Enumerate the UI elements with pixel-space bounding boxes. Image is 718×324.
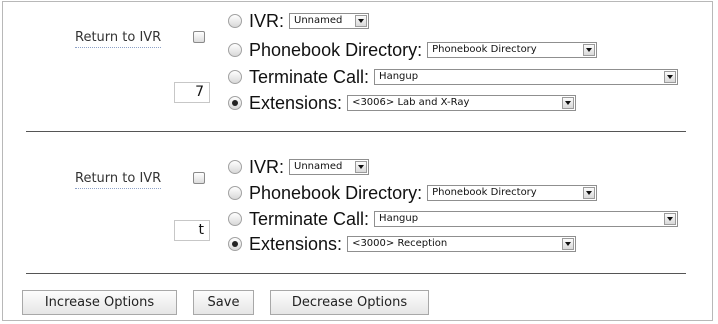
extensions-option-row: Extensions: <3006> Lab and X-Ray xyxy=(228,92,577,114)
terminate-select-value: Hangup xyxy=(379,71,419,82)
terminate-select[interactable]: Hangup xyxy=(374,69,679,85)
terminate-option-row: Terminate Call: Hangup xyxy=(228,208,679,230)
ivr-radio[interactable] xyxy=(228,160,242,174)
ivr-radio[interactable] xyxy=(228,14,242,28)
dropdown-arrow-icon[interactable] xyxy=(664,213,677,225)
terminate-label: Terminate Call: xyxy=(249,67,370,87)
dropdown-arrow-icon[interactable] xyxy=(583,187,596,199)
extensions-select-value: <3000> Reception xyxy=(352,238,448,249)
return-to-ivr-label: Return to IVR xyxy=(75,30,162,48)
extensions-label: Extensions: xyxy=(249,93,343,113)
return-to-ivr-checkbox[interactable] xyxy=(193,172,205,184)
extensions-option-row: Extensions: <3000> Reception xyxy=(228,233,577,255)
terminate-radio[interactable] xyxy=(228,212,242,226)
dropdown-arrow-icon[interactable] xyxy=(583,44,596,56)
terminate-label: Terminate Call: xyxy=(249,209,370,229)
dropdown-arrow-icon[interactable] xyxy=(355,15,368,27)
ivr-select[interactable]: Unnamed xyxy=(289,13,370,29)
phonebook-radio[interactable] xyxy=(228,186,242,200)
return-to-ivr-checkbox[interactable] xyxy=(193,31,205,43)
increase-options-button[interactable]: Increase Options xyxy=(22,290,177,315)
phonebook-label: Phonebook Directory: xyxy=(249,40,423,60)
phonebook-label: Phonebook Directory: xyxy=(249,183,423,203)
terminate-select[interactable]: Hangup xyxy=(374,211,679,227)
section-divider xyxy=(26,131,686,132)
ivr-select-value: Unnamed xyxy=(294,161,343,172)
ivr-label: IVR: xyxy=(249,11,285,31)
section-divider xyxy=(26,273,686,274)
extensions-select[interactable]: <3006> Lab and X-Ray xyxy=(347,95,577,111)
ivr-label: IVR: xyxy=(249,157,285,177)
ivr-select[interactable]: Unnamed xyxy=(289,159,370,175)
extensions-select[interactable]: <3000> Reception xyxy=(347,236,577,252)
terminate-select-value: Hangup xyxy=(379,213,419,224)
dropdown-arrow-icon[interactable] xyxy=(562,97,575,109)
extensions-radio[interactable] xyxy=(228,237,242,251)
option-section-1: Return to IVR 7 IVR: Unnamed Phonebook D… xyxy=(0,0,718,120)
phonebook-option-row: Phonebook Directory: Phonebook Directory xyxy=(228,182,598,204)
phonebook-select[interactable]: Phonebook Directory xyxy=(427,185,598,201)
save-button[interactable]: Save xyxy=(193,290,254,315)
decrease-options-button[interactable]: Decrease Options xyxy=(270,290,429,315)
option-section-2: Return to IVR t IVR: Unnamed Phonebook D… xyxy=(0,146,718,266)
ivr-select-value: Unnamed xyxy=(294,15,343,26)
phonebook-select-value: Phonebook Directory xyxy=(432,44,537,55)
extensions-radio[interactable] xyxy=(228,96,242,110)
extensions-select-value: <3006> Lab and X-Ray xyxy=(352,97,470,108)
phonebook-option-row: Phonebook Directory: Phonebook Directory xyxy=(228,39,598,61)
dropdown-arrow-icon[interactable] xyxy=(562,238,575,250)
phonebook-select[interactable]: Phonebook Directory xyxy=(427,42,598,58)
terminate-option-row: Terminate Call: Hangup xyxy=(228,66,679,88)
extensions-label: Extensions: xyxy=(249,234,343,254)
phonebook-select-value: Phonebook Directory xyxy=(432,187,537,198)
phonebook-radio[interactable] xyxy=(228,43,242,57)
dropdown-arrow-icon[interactable] xyxy=(664,71,677,83)
ivr-option-row: IVR: Unnamed xyxy=(228,156,370,178)
terminate-radio[interactable] xyxy=(228,70,242,84)
ivr-option-row: IVR: Unnamed xyxy=(228,10,370,32)
return-to-ivr-label: Return to IVR xyxy=(75,171,162,189)
option-number-input[interactable]: 7 xyxy=(174,82,210,103)
dropdown-arrow-icon[interactable] xyxy=(355,161,368,173)
option-number-input[interactable]: t xyxy=(174,220,210,241)
